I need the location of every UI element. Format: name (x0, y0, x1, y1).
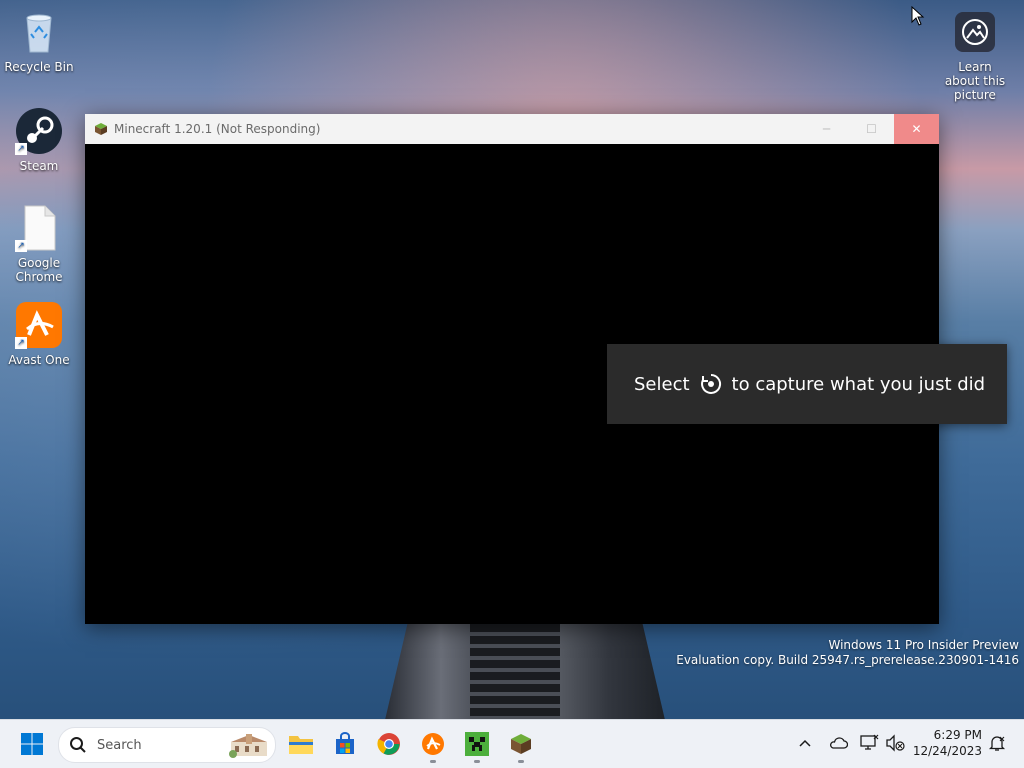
desktop: Recycle Bin ↗ Steam ↗ Google Chrome ↗ Av… (0, 0, 1024, 720)
shortcut-arrow-icon: ↗ (15, 143, 27, 155)
shortcut-arrow-icon: ↗ (15, 240, 27, 252)
chevron-up-icon (799, 739, 811, 747)
notification-bell-icon (988, 736, 1006, 751)
taskbar-minecraft[interactable] (501, 724, 541, 764)
learn-about-picture[interactable]: Learn about this picture (940, 12, 1010, 102)
maximize-icon: ☐ (866, 122, 877, 136)
clock-date: 12/24/2023 (912, 744, 982, 758)
window-title: Minecraft 1.20.1 (Not Responding) (114, 122, 321, 136)
onedrive-button[interactable] (827, 732, 849, 754)
recycle-bin-icon (15, 8, 63, 56)
taskbar-clock[interactable]: 6:29 PM 12/24/2023 (912, 727, 982, 759)
minecraft-grass-block-icon (94, 122, 108, 136)
capture-toast[interactable]: Select to capture what you just did (607, 344, 1007, 424)
desktop-icon-google-chrome[interactable]: ↗ Google Chrome (4, 204, 74, 284)
windows-logo-icon (21, 733, 43, 755)
taskbar-minecraft-launcher[interactable] (457, 724, 497, 764)
taskbar-chrome[interactable] (369, 724, 409, 764)
watermark-line1: Windows 11 Pro Insider Preview (828, 638, 1019, 652)
cloud-icon (830, 737, 848, 749)
volume-muted-icon (886, 734, 905, 752)
camera-icon (955, 12, 995, 52)
minecraft-creeper-icon (465, 732, 489, 756)
minimize-button[interactable]: ─ (804, 114, 849, 144)
avast-icon: ↗ (15, 301, 63, 349)
search-icon (69, 736, 87, 754)
show-hidden-icons-button[interactable] (794, 732, 816, 754)
search-highlight-icon (227, 732, 271, 758)
taskbar-microsoft-store[interactable] (325, 724, 365, 764)
running-indicator (430, 760, 436, 763)
clock-time: 6:29 PM (933, 728, 982, 742)
desktop-icon-recycle-bin[interactable]: Recycle Bin (4, 8, 74, 74)
microsoft-store-icon (336, 732, 354, 754)
network-icon (860, 734, 879, 750)
chrome-icon (377, 733, 400, 755)
desktop-icon-avast-one[interactable]: ↗ Avast One (4, 301, 74, 367)
close-icon: ✕ (911, 122, 922, 136)
capture-record-icon (700, 373, 722, 395)
taskbar: Search 6:29 PM 12/24/2023 (0, 719, 1024, 768)
shortcut-arrow-icon: ↗ (15, 337, 27, 349)
minecraft-grass-block-icon (511, 734, 531, 754)
steam-icon: ↗ (15, 107, 63, 155)
windows-watermark: Windows 11 Pro Insider Preview Evaluatio… (676, 638, 1019, 668)
search-placeholder: Search (97, 737, 142, 753)
watermark-line2: Evaluation copy. Build 25947.rs_prerelea… (676, 653, 1019, 667)
maximize-button[interactable]: ☐ (849, 114, 894, 144)
network-button[interactable] (858, 732, 880, 754)
running-indicator (474, 760, 480, 763)
desktop-icon-label: Recycle Bin (4, 60, 74, 74)
volume-button[interactable] (884, 732, 906, 754)
file-shortcut-icon: ↗ (15, 204, 63, 252)
minimize-icon: ─ (822, 122, 831, 136)
toast-text-capture: to capture what you just did (731, 373, 986, 395)
file-explorer-icon (289, 736, 313, 754)
avast-icon (422, 733, 444, 755)
desktop-icon-label: Avast One (8, 353, 70, 367)
desktop-icon-steam[interactable]: ↗ Steam (4, 107, 74, 173)
taskbar-avast[interactable] (413, 724, 453, 764)
desktop-icon-label: Google Chrome (15, 256, 63, 284)
pier-steps-wallpaper (470, 624, 560, 720)
taskbar-file-explorer[interactable] (281, 724, 321, 764)
window-titlebar[interactable]: Minecraft 1.20.1 (Not Responding) ─ ☐ ✕ (85, 114, 939, 144)
close-button[interactable]: ✕ (894, 114, 939, 144)
running-indicator (518, 760, 524, 763)
desktop-icon-label: Steam (19, 159, 59, 173)
mouse-cursor-icon (911, 5, 925, 26)
toast-text-select: Select (634, 373, 690, 395)
learn-about-picture-label: Learn about this picture (944, 60, 1006, 102)
taskbar-search[interactable]: Search (58, 727, 276, 763)
start-button[interactable] (12, 724, 52, 764)
notifications-button[interactable] (986, 732, 1008, 754)
